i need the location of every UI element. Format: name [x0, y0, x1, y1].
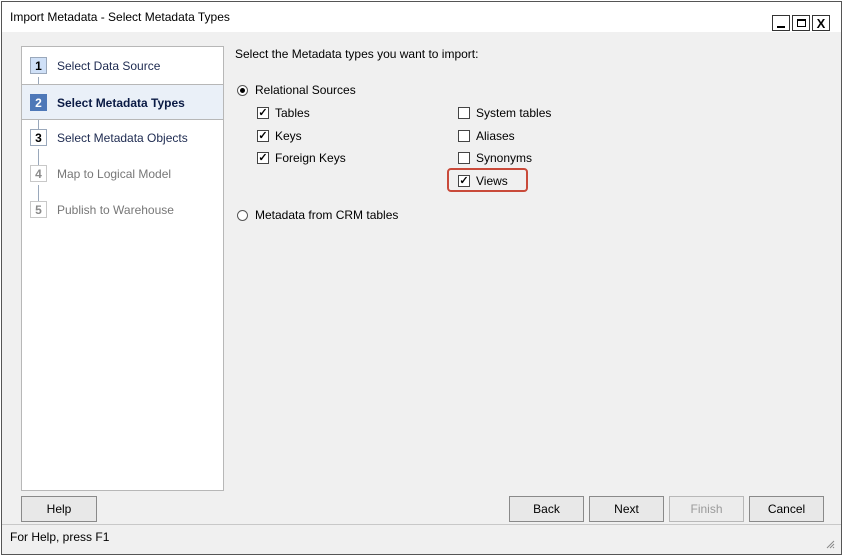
step-number: 2 [30, 94, 47, 111]
crm-tables-label: Metadata from CRM tables [255, 208, 399, 222]
status-bar-text: For Help, press F1 [10, 530, 110, 544]
minimize-button[interactable] [772, 15, 790, 31]
tables-label: Tables [275, 106, 310, 120]
wizard-steps-panel: 1 Select Data Source 2 Select Metadata T… [21, 46, 224, 491]
wizard-step-select-data-source[interactable]: 1 Select Data Source [22, 48, 223, 84]
minimize-icon [777, 26, 785, 28]
import-metadata-window: Import Metadata - Select Metadata Types … [1, 1, 842, 555]
tables-checkbox[interactable]: ✓ [257, 107, 269, 119]
aliases-checkbox[interactable] [458, 130, 470, 142]
keys-option[interactable]: ✓ Keys [257, 129, 302, 143]
back-button[interactable]: Back [509, 496, 584, 522]
instruction-text: Select the Metadata types you want to im… [235, 47, 479, 61]
keys-checkbox[interactable]: ✓ [257, 130, 269, 142]
window-title: Import Metadata - Select Metadata Types [10, 10, 230, 24]
step-label: Publish to Warehouse [57, 203, 174, 217]
crm-tables-option[interactable]: Metadata from CRM tables [237, 208, 398, 222]
wizard-step-publish-to-warehouse: 5 Publish to Warehouse [22, 192, 223, 228]
views-highlight-annotation [447, 168, 528, 192]
step-number: 4 [30, 165, 47, 182]
maximize-button[interactable] [792, 15, 810, 31]
step-label: Select Metadata Types [57, 96, 185, 110]
close-icon: X [816, 15, 826, 31]
aliases-label: Aliases [476, 129, 515, 143]
wizard-step-map-to-logical-model: 4 Map to Logical Model [22, 156, 223, 192]
synonyms-checkbox[interactable] [458, 152, 470, 164]
step-number: 3 [30, 129, 47, 146]
next-button[interactable]: Next [589, 496, 664, 522]
step-label: Select Metadata Objects [57, 131, 188, 145]
finish-button: Finish [669, 496, 744, 522]
wizard-step-select-metadata-objects[interactable]: 3 Select Metadata Objects [22, 120, 223, 156]
system-tables-checkbox[interactable] [458, 107, 470, 119]
help-button[interactable]: Help [21, 496, 97, 522]
maximize-icon [796, 19, 806, 27]
cancel-button[interactable]: Cancel [749, 496, 824, 522]
foreign-keys-label: Foreign Keys [275, 151, 346, 165]
relational-sources-option[interactable]: Relational Sources [237, 83, 356, 97]
synonyms-label: Synonyms [476, 151, 533, 165]
step-number: 1 [30, 57, 47, 74]
synonyms-option[interactable]: Synonyms [458, 151, 532, 165]
resize-grip-icon[interactable] [825, 539, 835, 549]
crm-tables-radio[interactable] [237, 209, 248, 221]
close-button[interactable]: X [812, 15, 830, 31]
aliases-option[interactable]: Aliases [458, 129, 515, 143]
title-bar: Import Metadata - Select Metadata Types … [2, 2, 841, 32]
foreign-keys-checkbox[interactable]: ✓ [257, 152, 269, 164]
step-label: Map to Logical Model [57, 167, 172, 181]
system-tables-label: System tables [476, 106, 552, 120]
wizard-step-select-metadata-types[interactable]: 2 Select Metadata Types [22, 84, 223, 120]
status-bar-divider [2, 524, 841, 525]
step-number: 5 [30, 201, 47, 218]
foreign-keys-option[interactable]: ✓ Foreign Keys [257, 151, 346, 165]
relational-sources-label: Relational Sources [255, 83, 356, 97]
step-label: Select Data Source [57, 59, 161, 73]
tables-option[interactable]: ✓ Tables [257, 106, 310, 120]
relational-sources-radio[interactable] [237, 84, 248, 96]
keys-label: Keys [275, 129, 302, 143]
system-tables-option[interactable]: System tables [458, 106, 551, 120]
